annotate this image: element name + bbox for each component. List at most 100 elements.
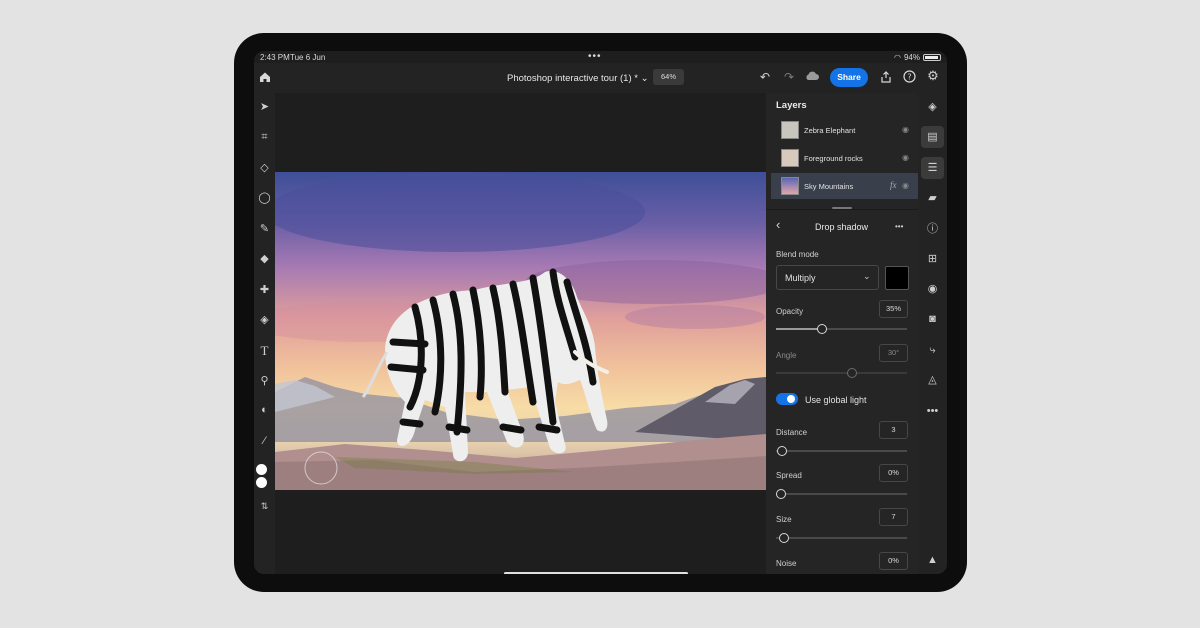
document-title[interactable]: Photoshop interactive tour (1) * ⌄ bbox=[507, 73, 649, 84]
layer-name: Foreground rocks bbox=[804, 154, 863, 163]
home-icon[interactable] bbox=[254, 71, 275, 85]
mask-icon[interactable]: ◙ bbox=[921, 308, 944, 330]
export-icon[interactable] bbox=[879, 71, 893, 85]
layers-title: Layers bbox=[776, 100, 807, 111]
warning-icon[interactable]: ▲ bbox=[921, 549, 944, 571]
layer-properties-icon[interactable]: ▤ bbox=[921, 126, 944, 148]
layer-row[interactable]: Foreground rocks ◉ bbox=[771, 145, 918, 171]
healing-tool-icon[interactable]: ✚ bbox=[254, 283, 275, 296]
shadow-color-swatch[interactable] bbox=[885, 266, 909, 290]
spread-value[interactable]: 0% bbox=[879, 464, 908, 482]
effect-title: Drop shadow bbox=[815, 222, 869, 232]
drop-shadow-panel: ‹ Drop shadow ••• Blend mode Multiply ⌄ … bbox=[766, 207, 918, 574]
add-layer-icon[interactable]: ⊞ bbox=[921, 248, 944, 270]
chevron-down-icon: ⌄ bbox=[863, 271, 871, 281]
canvas-area[interactable] bbox=[275, 93, 766, 574]
info-icon[interactable]: ⓘ bbox=[921, 218, 944, 240]
more-icon[interactable]: ••• bbox=[921, 400, 944, 422]
distance-label: Distance bbox=[776, 428, 808, 437]
home-indicator[interactable] bbox=[504, 572, 688, 574]
spread-slider-thumb[interactable] bbox=[776, 489, 786, 499]
angle-value[interactable]: 30° bbox=[879, 344, 908, 362]
layer-thumbnail bbox=[781, 177, 799, 195]
opacity-slider[interactable] bbox=[776, 324, 907, 334]
blend-mode-dropdown[interactable]: Multiply ⌄ bbox=[776, 265, 879, 290]
visibility-icon[interactable]: ◉ bbox=[921, 278, 944, 300]
status-time: 2:43 PM bbox=[260, 53, 290, 62]
global-light-toggle[interactable] bbox=[776, 393, 798, 405]
lasso-tool-icon[interactable]: ◯ bbox=[254, 191, 275, 204]
distance-slider[interactable] bbox=[776, 446, 907, 456]
clone-stamp-icon[interactable]: ⚲ bbox=[254, 374, 275, 387]
brush-tool-icon[interactable]: ✎ bbox=[254, 222, 275, 235]
adjustments-tool-icon[interactable]: ◐ bbox=[254, 404, 275, 416]
fx-badge[interactable]: fx bbox=[890, 180, 897, 190]
angle-slider[interactable] bbox=[776, 368, 907, 378]
fill-tool-icon[interactable]: ◈ bbox=[254, 313, 275, 326]
opacity-slider-thumb[interactable] bbox=[817, 324, 827, 334]
blend-mode-label: Blend mode bbox=[776, 250, 819, 259]
zoom-level[interactable]: 64% bbox=[653, 69, 684, 85]
battery-indicator: ◠ 94% bbox=[894, 53, 941, 62]
eraser-tool-icon[interactable]: ◆ bbox=[254, 252, 275, 265]
distance-slider-thumb[interactable] bbox=[777, 446, 787, 456]
layer-name: Zebra Elephant bbox=[804, 126, 856, 135]
layer-name: Sky Mountains bbox=[804, 182, 854, 191]
wifi-icon: ◠ bbox=[894, 53, 901, 62]
help-icon[interactable]: ? bbox=[902, 70, 916, 85]
artwork-canvas[interactable] bbox=[275, 172, 766, 490]
opacity-label: Opacity bbox=[776, 307, 804, 316]
layer-thumbnail bbox=[781, 121, 799, 139]
noise-label: Noise bbox=[776, 559, 797, 568]
undo-icon[interactable]: ↶ bbox=[758, 71, 772, 83]
screen: 2:43 PM Tue 6 Jun ••• ◠ 94% Photoshop in… bbox=[254, 51, 947, 574]
eyedropper-icon[interactable]: ⁄ bbox=[254, 435, 275, 447]
background-color[interactable] bbox=[256, 477, 267, 488]
gear-icon[interactable]: ⚙ bbox=[925, 69, 941, 82]
spread-label: Spread bbox=[776, 471, 802, 480]
opacity-value[interactable]: 35% bbox=[879, 300, 908, 318]
clipping-icon[interactable]: ⤷ bbox=[921, 339, 944, 361]
status-date: Tue 6 Jun bbox=[290, 53, 326, 62]
move-tool-icon[interactable]: ➤ bbox=[254, 100, 275, 113]
layer-row[interactable]: Zebra Elephant ◉ bbox=[771, 117, 918, 143]
right-panel-strip: ◈ ▤ ☰ ▰ ⓘ ⊞ ◉ ◙ ⤷ ◬ ••• ▲ bbox=[918, 93, 947, 574]
layers-icon[interactable]: ◈ bbox=[921, 96, 944, 118]
toggle-knob bbox=[787, 395, 795, 403]
global-light-label: Use global light bbox=[805, 395, 867, 405]
spread-slider[interactable] bbox=[776, 489, 907, 499]
share-button[interactable]: Share bbox=[830, 68, 868, 87]
multitask-dots[interactable]: ••• bbox=[588, 51, 602, 62]
swap-icon[interactable]: ⇅ bbox=[254, 501, 275, 512]
redo-icon[interactable]: ↷ bbox=[782, 71, 796, 83]
transform-tool-icon[interactable]: ◇ bbox=[254, 161, 275, 174]
visibility-eye-icon[interactable]: ◉ bbox=[902, 153, 909, 162]
cloud-icon[interactable] bbox=[804, 70, 820, 84]
size-slider-thumb[interactable] bbox=[779, 533, 789, 543]
left-toolbar: ➤ ⌗ ◇ ◯ ✎ ◆ ✚ ◈ T ⚲ ◐ ⁄ ⇅ bbox=[254, 93, 275, 574]
noise-value[interactable]: 0% bbox=[879, 552, 908, 570]
eraser-icon[interactable]: ◬ bbox=[921, 369, 944, 391]
panel-grip[interactable] bbox=[832, 207, 852, 209]
layers-panel: Layers Zebra Elephant ◉ Foreground rocks… bbox=[766, 93, 918, 209]
layer-row-selected[interactable]: Sky Mountains fx ◉ bbox=[771, 173, 918, 199]
size-slider[interactable] bbox=[776, 533, 907, 543]
comments-icon[interactable]: ▰ bbox=[921, 187, 944, 209]
back-button[interactable]: ‹ bbox=[776, 217, 780, 232]
angle-label: Angle bbox=[776, 351, 797, 360]
color-swatches[interactable] bbox=[255, 464, 275, 490]
visibility-eye-icon[interactable]: ◉ bbox=[902, 181, 909, 190]
size-value[interactable]: 7 bbox=[879, 508, 908, 526]
top-bar: Photoshop interactive tour (1) * ⌄ 64% ↶… bbox=[254, 63, 947, 93]
more-options-button[interactable]: ••• bbox=[895, 222, 903, 231]
distance-value[interactable]: 3 bbox=[879, 421, 908, 439]
type-tool-icon[interactable]: T bbox=[254, 343, 275, 359]
angle-slider-thumb[interactable] bbox=[847, 368, 857, 378]
adjustments-icon[interactable]: ☰ bbox=[921, 157, 944, 179]
layer-thumbnail bbox=[781, 149, 799, 167]
visibility-eye-icon[interactable]: ◉ bbox=[902, 125, 909, 134]
crop-tool-icon[interactable]: ⌗ bbox=[254, 131, 275, 144]
battery-percent: 94% bbox=[903, 53, 920, 62]
battery-icon bbox=[923, 54, 941, 61]
foreground-color[interactable] bbox=[256, 464, 267, 475]
